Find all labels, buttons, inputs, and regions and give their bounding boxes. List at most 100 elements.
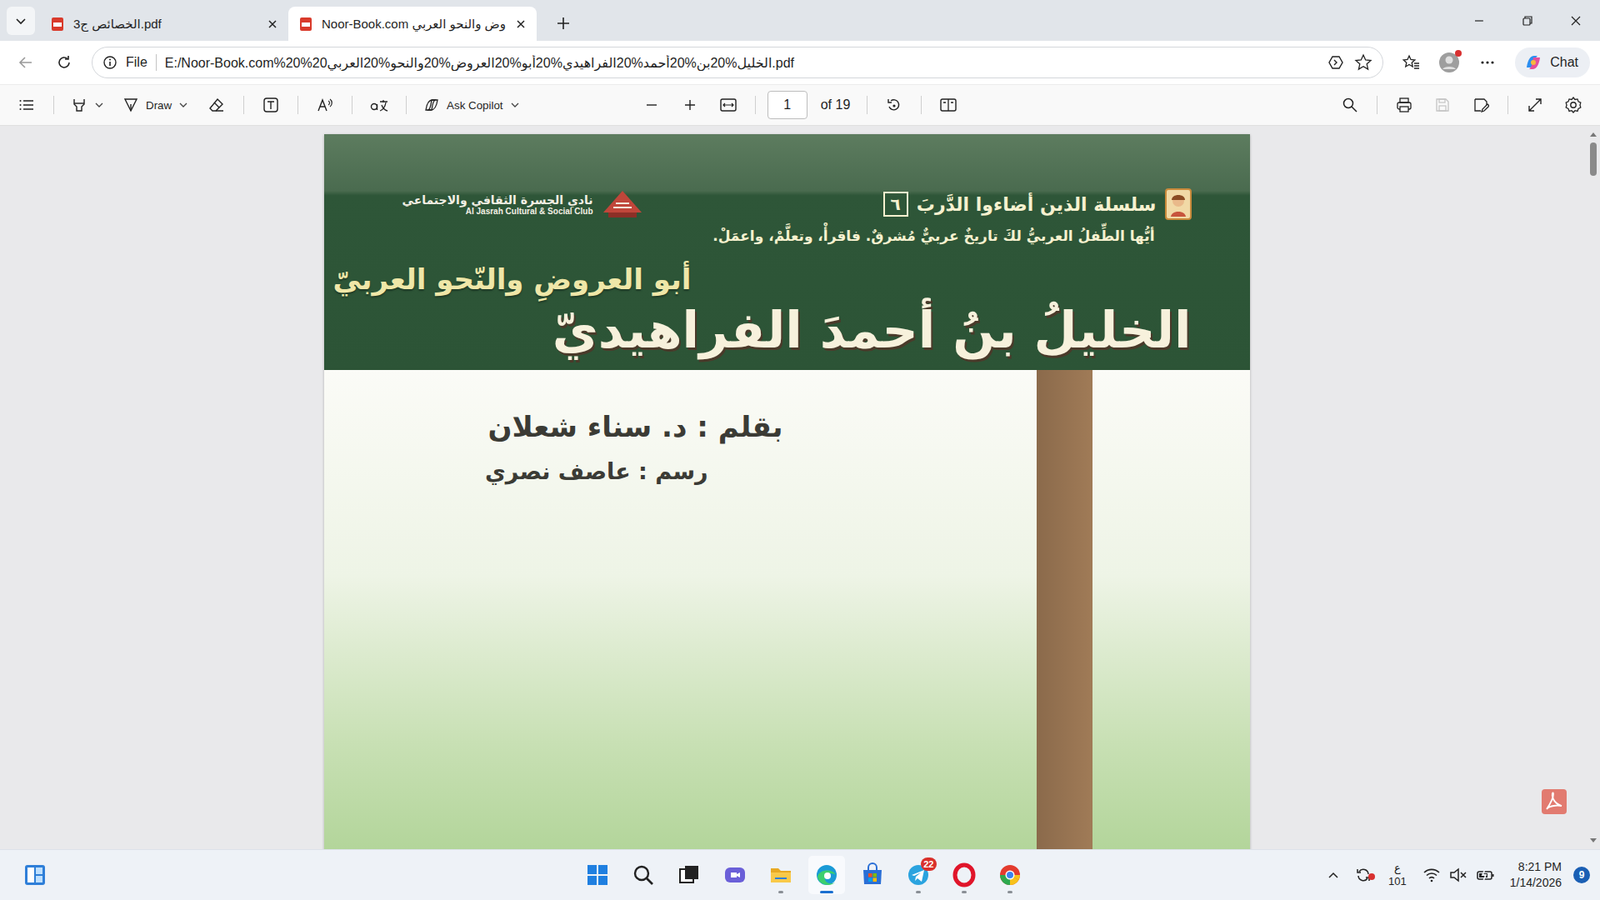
- profile-button[interactable]: [1433, 46, 1465, 79]
- wifi-icon: [1422, 867, 1441, 883]
- taskbar-app[interactable]: [670, 855, 708, 895]
- quick-settings-button[interactable]: [1420, 858, 1499, 892]
- fit-width-button[interactable]: [713, 90, 744, 120]
- acrobat-icon: [1543, 790, 1565, 813]
- new-tab-button[interactable]: [548, 8, 579, 39]
- taskbar-app[interactable]: 22: [900, 855, 937, 895]
- read-aloud-button[interactable]: [310, 90, 340, 120]
- page-view-button[interactable]: [933, 90, 964, 120]
- highlighter-icon: [70, 96, 88, 114]
- contents-button[interactable]: [11, 90, 42, 120]
- save-disk-icon: [1434, 96, 1451, 114]
- taskbar-app[interactable]: [716, 855, 754, 895]
- publisher-english: Al Jasrah Cultural & Social Club: [465, 206, 594, 216]
- highlight-button[interactable]: [65, 90, 110, 120]
- scroll-down-icon[interactable]: [1589, 837, 1598, 845]
- close-tab-icon[interactable]: [515, 18, 527, 30]
- copilot-chat-button[interactable]: Chat: [1515, 47, 1590, 78]
- scroll-up-icon[interactable]: [1589, 130, 1598, 138]
- print-button[interactable]: [1389, 90, 1420, 120]
- running-indicator: [778, 890, 784, 894]
- draw-label: Draw: [145, 99, 172, 112]
- translate-button[interactable]: [364, 90, 395, 120]
- widgets-icon: [23, 863, 47, 887]
- expand-icon: [1526, 96, 1544, 114]
- find-button[interactable]: [1335, 90, 1365, 120]
- restore-button[interactable]: [1503, 0, 1552, 41]
- draw-button[interactable]: Draw: [117, 90, 194, 120]
- pdf-viewer: نادي الجسرة الثقافي والاجتماعيAl Jasrah …: [0, 125, 1600, 850]
- pdf-page: نادي الجسرة الثقافي والاجتماعيAl Jasrah …: [324, 134, 1250, 850]
- chrome-icon: [997, 862, 1023, 888]
- taskbar-app[interactable]: [854, 855, 891, 895]
- tab-title: الخصائص ج3.pdf: [73, 16, 259, 32]
- scrollbar[interactable]: [1586, 125, 1600, 850]
- favorite-star-icon[interactable]: [1354, 53, 1373, 72]
- fullscreen-button[interactable]: [1520, 90, 1550, 120]
- copilot-icon: [1523, 52, 1544, 73]
- input-language-button[interactable]: ع101: [1381, 861, 1414, 888]
- address-field[interactable]: FileE:/Noor-Book.com%20%20الخليل%20بن%20…: [91, 46, 1384, 79]
- text-box-button[interactable]: [255, 90, 286, 120]
- tab-actions-button[interactable]: [6, 6, 35, 35]
- favorites-button[interactable]: [1395, 46, 1427, 79]
- pdf-file-icon: [298, 16, 314, 32]
- window-controls: [1455, 0, 1600, 41]
- close-icon: [1570, 15, 1582, 27]
- page-number-field[interactable]: 1: [767, 90, 808, 120]
- close-tab-icon[interactable]: [266, 18, 279, 30]
- series-portrait-icon: [1165, 188, 1192, 220]
- back-button[interactable]: [10, 46, 42, 79]
- info-icon[interactable]: [102, 55, 118, 70]
- pdf-file-icon: [50, 16, 65, 32]
- chevron-down-icon: [14, 14, 28, 28]
- scrollbar-thumb[interactable]: [1590, 142, 1597, 176]
- zoom-out-button[interactable]: [636, 90, 667, 120]
- clock[interactable]: 8:21 PM1/14/2026: [1505, 859, 1567, 891]
- save-as-button[interactable]: [1465, 90, 1496, 120]
- gear-icon: [1564, 95, 1583, 115]
- more-button[interactable]: [1471, 46, 1504, 79]
- notification-count[interactable]: 9: [1573, 866, 1590, 884]
- reload-icon: [55, 54, 73, 71]
- running-indicator: [820, 890, 834, 894]
- widgets-button[interactable]: [16, 855, 54, 895]
- minimize-button[interactable]: [1455, 0, 1504, 41]
- erase-button[interactable]: [201, 90, 232, 120]
- browser-tab[interactable]: Noor-Book.com وض والنحو العربي: [288, 6, 537, 41]
- save-button[interactable]: [1427, 90, 1458, 120]
- reload-button[interactable]: [48, 46, 80, 79]
- browser-tab[interactable]: الخصائص ج3.pdf: [40, 6, 289, 41]
- show-hidden-icons-button[interactable]: [1321, 858, 1345, 892]
- chevron-down-icon: [94, 100, 105, 110]
- store-icon: [860, 862, 885, 888]
- edge-browser-icon: [814, 862, 840, 888]
- list-icon: [18, 96, 35, 114]
- rotate-button[interactable]: [879, 90, 910, 120]
- cover-illustration: بقلم : د. سناء شعلانرسم : عاصف نصري: [324, 370, 1250, 850]
- zoom-in-button[interactable]: [675, 90, 705, 120]
- back-arrow-icon: [17, 54, 35, 71]
- copilot-page-icon[interactable]: [1327, 53, 1346, 72]
- taskbar-app[interactable]: [945, 855, 983, 895]
- taskbar-app[interactable]: [762, 855, 800, 895]
- eraser-icon: [208, 96, 225, 114]
- printer-icon: [1395, 96, 1413, 114]
- search-icon: [630, 862, 656, 888]
- close-window-button[interactable]: [1551, 0, 1600, 41]
- acrobat-button[interactable]: [1541, 789, 1567, 815]
- address-bar: FileE:/Noor-Book.com%20%20الخليل%20بن%20…: [0, 40, 1600, 85]
- taskbar-app[interactable]: [808, 855, 845, 895]
- tab-title: Noor-Book.com وض والنحو العربي: [321, 16, 507, 32]
- page-total: of 19: [815, 97, 856, 113]
- taskbar-app[interactable]: [579, 855, 616, 895]
- chevron-down-icon: [510, 100, 520, 110]
- sync-button[interactable]: [1351, 858, 1375, 892]
- settings-button[interactable]: [1558, 90, 1589, 120]
- clock-date: 1/14/2026: [1510, 875, 1562, 891]
- taskbar-app[interactable]: [991, 855, 1029, 895]
- ask-copilot-button[interactable]: Ask Copilot: [418, 90, 525, 120]
- taskbar-app[interactable]: [625, 855, 662, 895]
- book-title: الخليلُ بنُ أحمدَ الفراهيديّ: [552, 299, 1192, 362]
- tab-bar: الخصائص ج3.pdf Noor-Book.com وض والنحو ال…: [0, 0, 1600, 41]
